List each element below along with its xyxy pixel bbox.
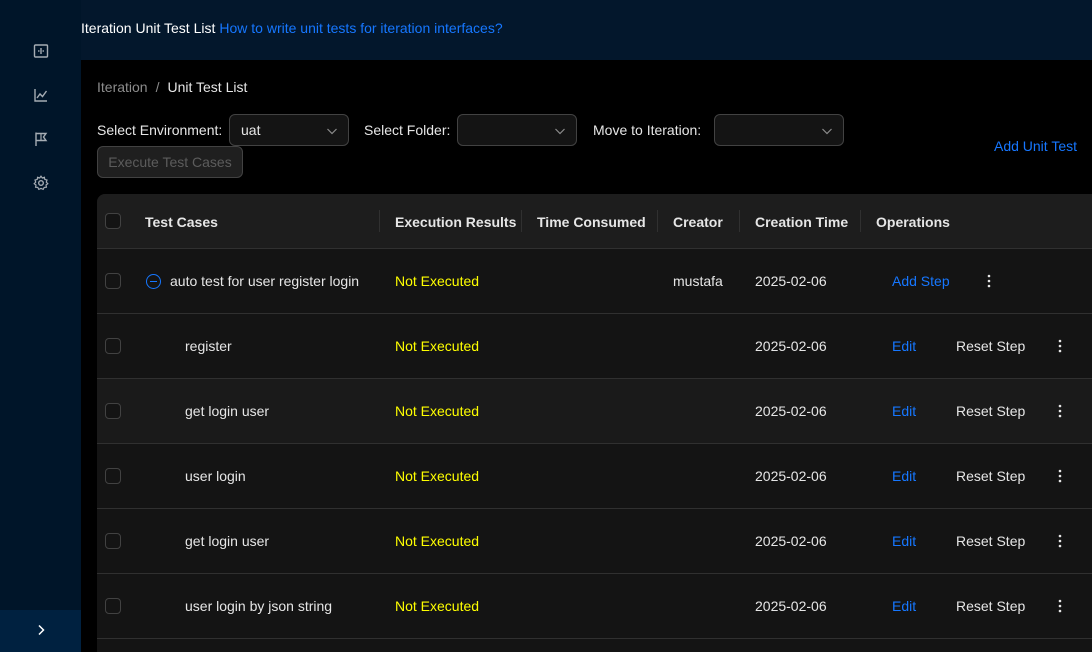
help-link[interactable]: How to write unit tests for iteration in… <box>219 20 502 36</box>
table-row[interactable]: get login user Not Executed 2025-02-06 E… <box>97 379 1092 444</box>
column-header-time-consumed: Time Consumed <box>537 213 646 230</box>
chevron-right-icon <box>35 623 47 639</box>
test-case-name: get login user <box>185 533 270 549</box>
more-options-icon[interactable] <box>1052 533 1068 549</box>
row-checkbox[interactable] <box>105 468 121 484</box>
add-unit-test-link[interactable]: Add Unit Test <box>994 138 1077 154</box>
creation-time: 2025-02-06 <box>755 273 827 289</box>
execution-result: Not Executed <box>395 338 480 354</box>
execution-result: Not Executed <box>395 468 480 484</box>
environment-label: Select Environment: <box>97 122 223 138</box>
row-checkbox[interactable] <box>105 598 121 614</box>
execution-result: Not Executed <box>395 273 480 289</box>
test-case-name: register <box>185 338 232 354</box>
execution-result: Not Executed <box>395 533 480 549</box>
collapse-row-icon[interactable] <box>146 274 161 289</box>
select-all-checkbox[interactable] <box>105 213 121 229</box>
page-title: Iteration Unit Test List <box>81 20 216 36</box>
creator: mustafa <box>673 273 723 289</box>
execution-result: Not Executed <box>395 598 480 614</box>
more-options-icon[interactable] <box>981 273 997 289</box>
edit-link[interactable]: Edit <box>892 509 916 573</box>
execution-result: Not Executed <box>395 403 480 419</box>
breadcrumb-item-current: Unit Test List <box>167 79 248 95</box>
chevron-down-icon <box>554 124 566 136</box>
column-divider <box>739 210 740 232</box>
execute-test-cases-button[interactable]: Execute Test Cases <box>97 146 243 178</box>
environment-select-value: uat <box>241 122 261 138</box>
table-row[interactable]: register Not Executed 2025-02-06 Edit Re… <box>97 314 1092 379</box>
creation-time: 2025-02-06 <box>755 403 827 419</box>
more-options-icon[interactable] <box>1052 468 1068 484</box>
gear-icon[interactable] <box>29 171 53 195</box>
test-case-name: auto test for user register login <box>170 273 360 289</box>
iteration-label: Move to Iteration: <box>593 122 702 138</box>
more-options-icon[interactable] <box>1052 403 1068 419</box>
creation-time: 2025-02-06 <box>755 533 827 549</box>
folder-label: Select Folder: <box>364 122 451 138</box>
edit-link[interactable]: Edit <box>892 314 916 378</box>
column-divider <box>860 210 861 232</box>
edit-link[interactable]: Edit <box>892 574 916 638</box>
table-row[interactable]: get login user Not Executed 2025-02-06 E… <box>97 509 1092 574</box>
environment-select[interactable]: uat <box>229 114 349 146</box>
chevron-down-icon <box>821 124 833 136</box>
column-header-test-cases: Test Cases <box>145 213 218 230</box>
column-header-execution-results: Execution Results <box>395 213 517 230</box>
line-chart-icon[interactable] <box>29 83 53 107</box>
row-checkbox[interactable] <box>105 403 121 419</box>
reset-step-link[interactable]: Reset Step <box>956 574 1025 638</box>
sidebar-collapse-toggle[interactable] <box>0 610 81 652</box>
row-checkbox[interactable] <box>105 338 121 354</box>
breadcrumb-separator: / <box>155 79 160 95</box>
more-options-icon[interactable] <box>1052 598 1068 614</box>
creation-time: 2025-02-06 <box>755 338 827 354</box>
breadcrumb-item-iteration[interactable]: Iteration <box>97 79 148 95</box>
test-case-table: Test Cases Execution Results Time Consum… <box>97 194 1092 652</box>
test-case-name: user login <box>185 468 246 484</box>
test-case-name: user login by json string <box>185 598 333 614</box>
folder-select[interactable] <box>457 114 577 146</box>
test-case-name: get login user <box>185 403 270 419</box>
edit-link[interactable]: Edit <box>892 444 916 508</box>
column-divider <box>657 210 658 232</box>
creation-time: 2025-02-06 <box>755 468 827 484</box>
column-header-creator: Creator <box>673 213 723 230</box>
iteration-select[interactable] <box>714 114 844 146</box>
reset-step-link[interactable]: Reset Step <box>956 379 1025 443</box>
breadcrumb: Iteration / Unit Test List <box>97 79 247 95</box>
table-row[interactable]: user login by json string Not Executed 2… <box>97 574 1092 639</box>
add-step-link[interactable]: Add Step <box>892 249 950 313</box>
table-row[interactable]: user login Not Executed 2025-02-06 Edit … <box>97 444 1092 509</box>
more-options-icon[interactable] <box>1052 338 1068 354</box>
dashboard-icon[interactable] <box>29 39 53 63</box>
edit-link[interactable]: Edit <box>892 379 916 443</box>
table-row[interactable]: auto test for user register login Not Ex… <box>97 249 1092 314</box>
row-checkbox[interactable] <box>105 273 121 289</box>
column-divider <box>521 210 522 232</box>
column-header-operations: Operations <box>876 213 950 230</box>
reset-step-link[interactable]: Reset Step <box>956 444 1025 508</box>
column-header-creation-time: Creation Time <box>755 213 849 230</box>
sidebar <box>0 0 81 652</box>
flag-icon[interactable] <box>29 127 53 151</box>
row-checkbox[interactable] <box>105 533 121 549</box>
column-divider <box>379 210 380 232</box>
table-header: Test Cases Execution Results Time Consum… <box>97 194 1092 249</box>
page-header: Iteration Unit Test List How to write uni… <box>81 0 1092 60</box>
chevron-down-icon <box>326 124 338 136</box>
reset-step-link[interactable]: Reset Step <box>956 314 1025 378</box>
main-content: Iteration / Unit Test List Select Environm… <box>81 60 1092 652</box>
creation-time: 2025-02-06 <box>755 598 827 614</box>
reset-step-link[interactable]: Reset Step <box>956 509 1025 573</box>
